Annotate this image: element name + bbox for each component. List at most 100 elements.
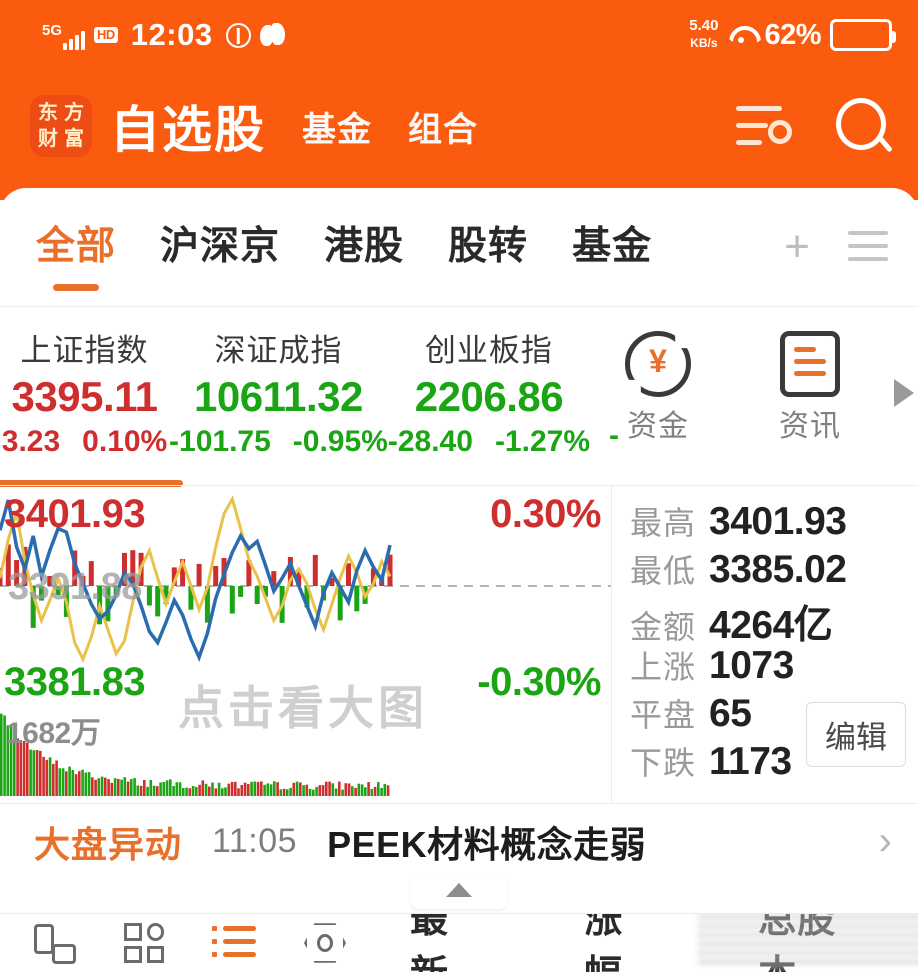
nav-item-portfolio[interactable]: 组合 <box>408 102 478 151</box>
collapse-handle[interactable] <box>0 879 918 913</box>
grid-view-icon[interactable] <box>124 923 164 963</box>
yuan-circular-arrows-icon: ¥ <box>625 331 691 397</box>
index-name: 创业板指 <box>424 333 553 368</box>
index-name: 上证指数 <box>20 333 149 368</box>
index-card-chinext[interactable]: 创业板指 2206.86 -28.40 -1.27% <box>388 325 590 471</box>
logo-char-3: 财 <box>38 128 58 150</box>
stat-row-turnover: 金额 4264亿 <box>630 594 904 647</box>
index-value: 10611.32 <box>194 373 363 420</box>
index-change-group: -101.75 -0.95% <box>169 425 388 459</box>
index-list: 上证指数 3395.11 3.23 0.10% 深证成指 10611.32 -1… <box>0 325 590 471</box>
quick-action-news[interactable]: 资讯 <box>756 331 864 445</box>
index-value: 2206.86 <box>414 373 564 420</box>
settings-sliders-icon[interactable] <box>736 102 792 150</box>
view-mode-icons <box>34 922 346 964</box>
sync-transfer-icon[interactable] <box>34 922 76 964</box>
chevron-right-triangle-icon[interactable] <box>894 379 914 407</box>
chart-upper-bound: 3401.93 <box>4 492 146 536</box>
list-view-icon[interactable] <box>212 925 256 961</box>
index-change: 3.23 <box>1 425 61 458</box>
nav-item-fund[interactable]: 基金 <box>302 102 372 151</box>
index-value: 3395.11 <box>11 373 159 420</box>
chart-upper-pct: 0.30% <box>490 492 601 536</box>
stat-row-low: 最低 3385.02 <box>630 546 904 594</box>
plus-icon[interactable]: + <box>784 225 810 269</box>
index-change: -101.75 <box>169 425 271 458</box>
app-notification-icon <box>259 23 286 47</box>
edit-button[interactable]: 编辑 <box>806 702 906 767</box>
network-type-label: 5G <box>42 22 63 39</box>
category-tabs: 全部 沪深京 港股 股转 基金 + <box>0 188 918 306</box>
sort-column-total-shares[interactable]: 总股本 <box>758 914 898 972</box>
data-rate-indicator: 5.40 KB/s <box>689 18 718 52</box>
chart-watermark: 点击看大图 <box>178 682 428 734</box>
search-icon[interactable] <box>834 98 890 154</box>
stat-value: 4264亿 <box>709 604 833 647</box>
hd-badge: HD <box>94 26 118 44</box>
stat-row-advancing: 上涨 1073 <box>630 642 904 690</box>
stat-key: 下跌 <box>630 745 697 781</box>
chart-baseline-label: 3391.88 <box>8 566 142 608</box>
index-change-group: -28.40 -1.27% <box>388 425 590 459</box>
index-summary-strip: 上证指数 3395.11 3.23 0.10% 深证成指 10611.32 -1… <box>0 307 918 485</box>
caret-up-icon <box>446 883 472 897</box>
status-bar-left: 5G HD 12:03 <box>42 17 286 53</box>
data-rate-unit: KB/s <box>690 36 718 50</box>
quick-action-fund[interactable]: ¥ 资金 <box>604 331 712 445</box>
do-not-disturb-icon <box>225 22 251 48</box>
logo-char-4: 富 <box>64 128 84 150</box>
news-document-icon <box>780 331 840 397</box>
hamburger-menu-icon[interactable] <box>848 231 888 263</box>
cellular-signal-group: 5G <box>42 20 86 50</box>
tab-all[interactable]: 全部 <box>36 215 116 279</box>
chart-lower-pct: -0.30% <box>477 660 601 704</box>
index-change: -28.40 <box>387 425 473 458</box>
stat-value: 3401.93 <box>709 500 847 543</box>
index-card-shanghai[interactable]: 上证指数 3395.11 3.23 0.10% <box>0 325 169 471</box>
quick-action-label: 资讯 <box>779 410 841 443</box>
intraday-chart[interactable]: 3401.93 0.30% 3391.88 3381.83 -0.30% 168… <box>0 486 612 803</box>
logo-char-1: 东 <box>38 102 58 124</box>
stat-key: 平盘 <box>630 697 697 733</box>
battery-percent-label: 62% <box>764 18 821 51</box>
stat-key: 上涨 <box>630 649 697 685</box>
tab-gu-zhuan[interactable]: 股转 <box>448 215 528 279</box>
logo-char-2: 方 <box>64 102 84 124</box>
quick-action-label: 资金 <box>627 410 689 443</box>
tab-hu-shen-jing[interactable]: 沪深京 <box>160 215 280 279</box>
tab-fund[interactable]: 基金 <box>572 215 652 279</box>
content-sheet: 全部 沪深京 港股 股转 基金 + 上证指数 3395.11 3.23 0.10… <box>0 188 918 972</box>
sort-column-latest[interactable]: 最新 <box>410 913 512 972</box>
chevron-right-icon[interactable]: › <box>879 819 892 864</box>
battery-icon <box>830 19 896 51</box>
chart-volume-peak: 1682万 <box>6 717 101 750</box>
index-change-pct: -1.27% <box>494 425 590 458</box>
list-toolbar: 最新 涨幅 总股本 <box>0 913 918 972</box>
wifi-icon <box>727 24 755 46</box>
chart-and-stats: 3401.93 0.30% 3391.88 3381.83 -0.30% 168… <box>0 485 918 803</box>
index-name: 深证成指 <box>214 333 343 368</box>
stat-row-high: 最高 3401.93 <box>630 498 904 546</box>
index-next-partial: - <box>609 419 619 452</box>
tab-hk-stocks[interactable]: 港股 <box>324 215 404 279</box>
app-header: 东 方 财 富 自选股 基金 组合 <box>0 70 918 200</box>
signal-bars-icon <box>63 30 86 50</box>
market-alert-bar[interactable]: 大盘异动 11:05 PEEK材料概念走弱 › <box>0 803 918 879</box>
sort-column-label: 最新 <box>410 913 450 972</box>
alert-time: 11:05 <box>212 822 298 860</box>
market-stats-panel: 最高 3401.93 最低 3385.02 金额 4264亿 上涨 1073 平… <box>612 486 918 803</box>
stat-value: 65 <box>709 692 752 735</box>
index-card-shenzhen[interactable]: 深证成指 10611.32 -101.75 -0.95% <box>169 325 388 471</box>
alert-headline: PEEK材料概念走弱 <box>327 823 647 865</box>
stat-value: 3385.02 <box>709 548 847 591</box>
settings-hex-icon[interactable] <box>304 922 346 964</box>
stat-value: 1173 <box>709 740 792 783</box>
quick-actions: ¥ 资金 资讯 <box>590 325 918 445</box>
index-change-group: 3.23 0.10% <box>0 425 169 459</box>
page-title: 自选股 <box>110 102 266 158</box>
stat-key: 最低 <box>630 553 697 589</box>
chart-lower-bound: 3381.83 <box>4 660 146 704</box>
status-bar-right: 5.40 KB/s 62% <box>689 18 896 52</box>
sort-column-change-pct[interactable]: 涨幅 <box>584 914 686 972</box>
status-bar: 5G HD 12:03 5.40 KB/s 62% <box>0 0 918 70</box>
